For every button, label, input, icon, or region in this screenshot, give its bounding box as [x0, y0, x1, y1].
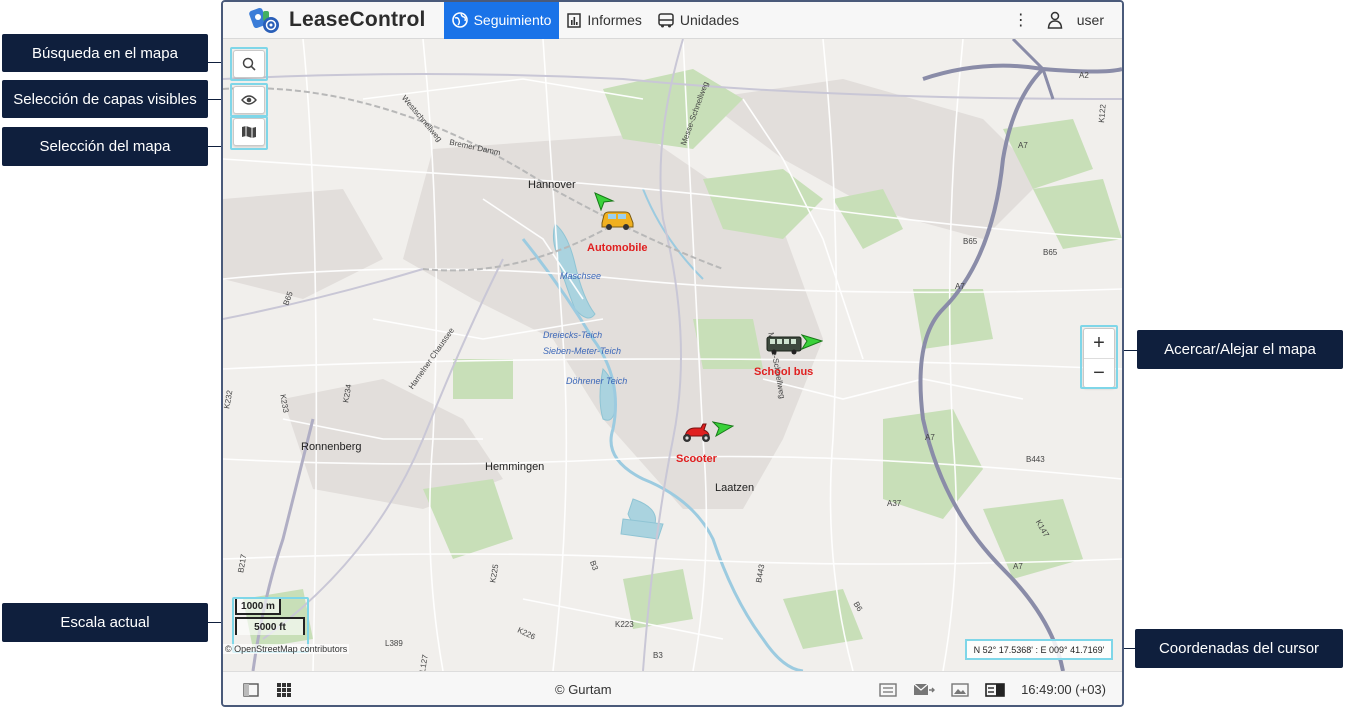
unit-label-automobile[interactable]: Automobile: [587, 242, 648, 254]
place-ronnenberg: Ronnenberg: [301, 441, 362, 453]
callout-scale-label: Escala actual: [60, 614, 150, 631]
tab-informes[interactable]: Informes: [559, 2, 649, 39]
main-nav: Seguimiento Informes Unidades: [443, 2, 747, 39]
road-label: B65: [963, 237, 978, 246]
logo-icon: [247, 5, 283, 35]
road-label: A37: [887, 499, 902, 508]
callout-coords-label: Coordenadas del cursor: [1158, 640, 1320, 657]
place-hannover: Hannover: [528, 179, 576, 191]
logo[interactable]: LeaseControl: [247, 2, 426, 39]
callout-layers-label: Selección de capas visibles: [13, 90, 197, 108]
direction-arrow-icon: [712, 421, 734, 438]
callout-map-select-label: Selección del mapa: [39, 138, 171, 155]
callout-map-select: Selección del mapa: [2, 127, 208, 166]
messages-icon[interactable]: [913, 683, 936, 697]
app-window: LeaseControl Seguimiento Informes Unidad…: [221, 0, 1124, 707]
map-attribution[interactable]: © OpenStreetMap contributors: [223, 644, 350, 654]
zoom-control: + −: [1083, 328, 1115, 388]
panel-layout-icon[interactable]: [985, 682, 1005, 697]
brand-name: LeaseControl: [289, 8, 426, 31]
place-hemmingen: Hemmingen: [485, 461, 545, 473]
water-doehrener-teich: Döhrener Teich: [566, 376, 628, 386]
direction-arrow-icon: [801, 334, 823, 350]
road-label: A7: [955, 282, 965, 291]
scooter-icon[interactable]: [679, 422, 713, 449]
bottom-bar: © Gurtam 16:49:00 (+03): [223, 671, 1122, 705]
place-laatzen: Laatzen: [715, 482, 755, 494]
sidebar-toggle-icon[interactable]: [243, 682, 259, 697]
tab-seguimiento-label: Seguimiento: [473, 12, 552, 28]
scale-imperial: 5000 ft: [235, 617, 305, 635]
map-scale: 1000 m 5000 ft: [235, 599, 305, 635]
apps-grid-icon[interactable]: [277, 682, 291, 697]
image-icon[interactable]: [951, 682, 969, 697]
road-label: B3: [653, 651, 663, 660]
globe-icon: [451, 12, 468, 28]
direction-arrow-icon: [594, 192, 615, 211]
map-select-button[interactable]: [233, 118, 265, 146]
map-search-button[interactable]: [233, 50, 265, 78]
callout-scale: Escala actual: [2, 603, 208, 642]
road-label: A7: [1018, 141, 1028, 150]
road-label: K122: [1097, 103, 1108, 124]
callout-layers: Selección de capas visibles: [2, 80, 208, 118]
water-dreiecks-teich: Dreiecks-Teich: [543, 330, 603, 340]
unit-label-scooter[interactable]: Scooter: [676, 453, 717, 465]
water-sieben-meter-teich: Sieben-Meter-Teich: [543, 346, 622, 356]
road-label: A7: [925, 433, 935, 442]
tab-unidades[interactable]: Unidades: [650, 2, 747, 39]
callout-search-label: Búsqueda en el mapa: [32, 44, 178, 62]
search-icon: [242, 57, 256, 71]
tab-unidades-label: Unidades: [679, 12, 740, 28]
road-label: K223: [615, 620, 634, 629]
bus-icon[interactable]: [766, 335, 802, 360]
top-bar: LeaseControl Seguimiento Informes Unidad…: [223, 2, 1122, 39]
more-menu-icon[interactable]: ⋮: [1011, 10, 1031, 30]
user-icon[interactable]: [1047, 11, 1063, 29]
tab-informes-label: Informes: [587, 12, 642, 28]
map-icon: [242, 126, 256, 138]
copyright: © Gurtam: [555, 682, 612, 697]
car-icon[interactable]: [599, 209, 635, 236]
road-label: B65: [1043, 248, 1058, 257]
clock: 16:49:00 (+03): [1021, 682, 1106, 697]
callout-coords: Coordenadas del cursor: [1135, 629, 1343, 668]
zoom-in-button[interactable]: +: [1084, 329, 1114, 358]
notifications-icon[interactable]: [879, 682, 897, 697]
callout-zoom-label: Acercar/Alejar el mapa: [1164, 341, 1316, 358]
callout-zoom: Acercar/Alejar el mapa: [1137, 330, 1343, 369]
unit-label-school-bus[interactable]: School bus: [754, 366, 813, 378]
road-label: A7: [1013, 562, 1023, 571]
map-view[interactable]: Hannover Ronnenberg Hemmingen Laatzen Ma…: [223, 39, 1122, 671]
layers-visibility-button[interactable]: [233, 86, 265, 114]
scale-metric: 1000 m: [235, 599, 281, 615]
zoom-out-button[interactable]: −: [1084, 358, 1114, 387]
road-label: L389: [385, 639, 403, 648]
report-icon: [567, 12, 582, 28]
username[interactable]: user: [1077, 12, 1104, 28]
water-maschsee: Maschsee: [560, 271, 602, 281]
road-label: B443: [1026, 455, 1045, 464]
bus-icon: [658, 12, 674, 28]
road-label: A2: [1079, 71, 1089, 80]
cursor-coordinates: N 52° 17.5368' : E 009° 41.7169': [965, 639, 1113, 660]
callout-search: Búsqueda en el mapa: [2, 34, 208, 72]
eye-icon: [241, 95, 257, 105]
tab-seguimiento[interactable]: Seguimiento: [443, 2, 560, 39]
map-tiles: [223, 39, 1122, 671]
